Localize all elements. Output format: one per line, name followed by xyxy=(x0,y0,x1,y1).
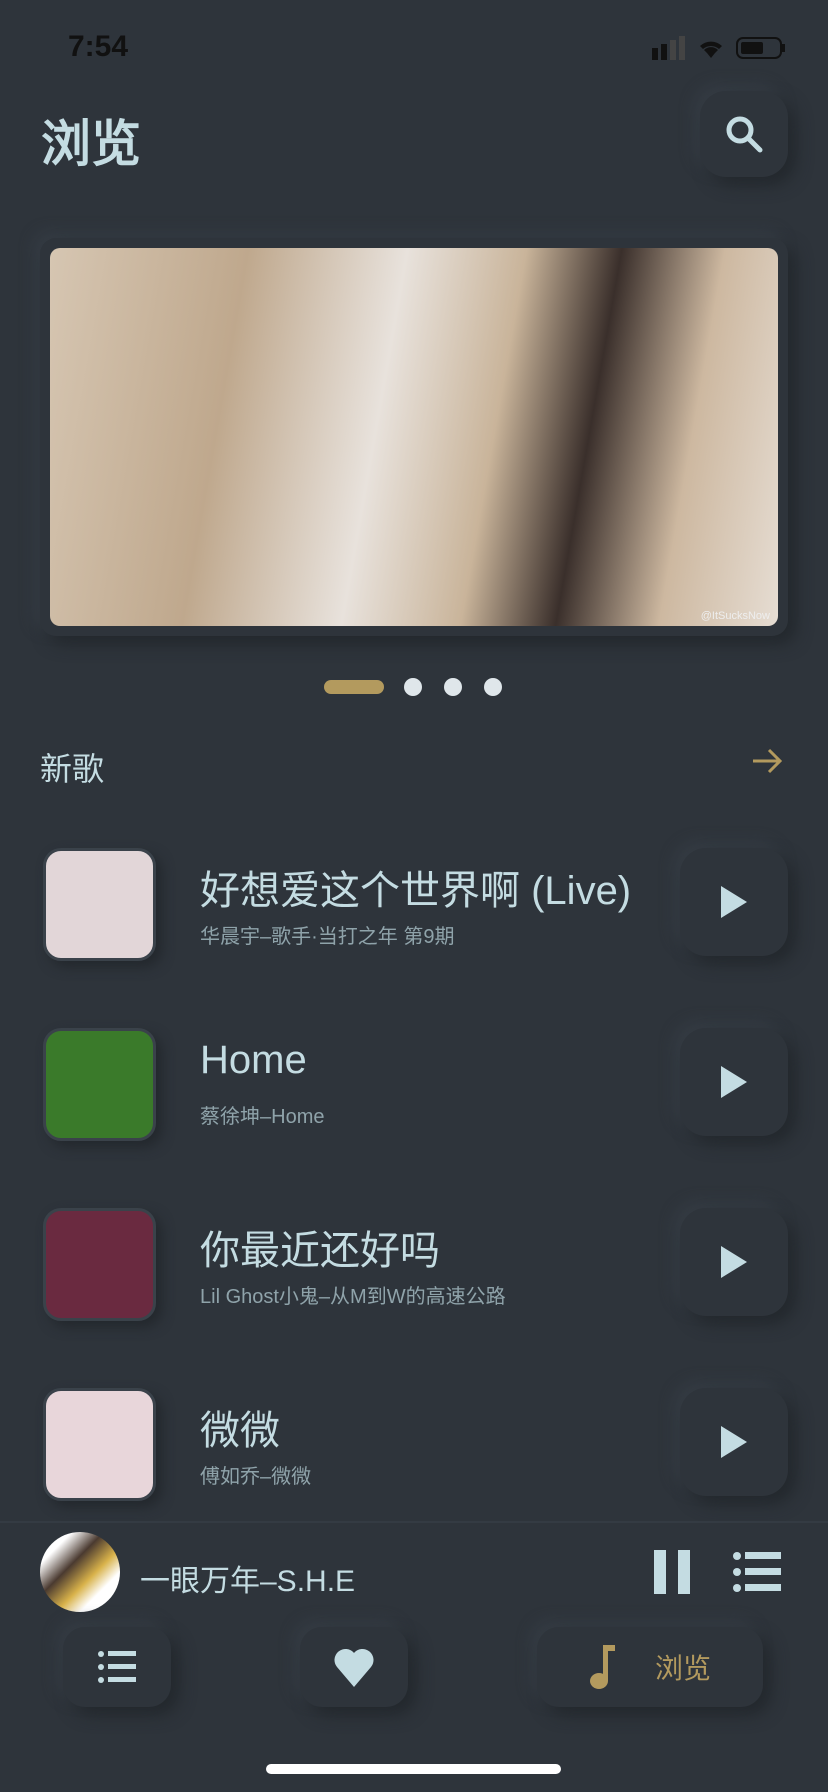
nav-browse-label: 浏览 xyxy=(654,1653,711,1684)
song-row[interactable]: 你最近还好吗 Lil Ghost小鬼–从M到W的高速公路 xyxy=(0,1200,828,1330)
play-button[interactable] xyxy=(680,1208,788,1316)
play-icon xyxy=(721,1426,747,1458)
search-button[interactable] xyxy=(700,91,788,177)
play-button[interactable] xyxy=(680,1028,788,1136)
play-icon xyxy=(721,1066,747,1098)
play-icon xyxy=(721,886,747,918)
song-title[interactable]: 好想爱这个世界啊 (Live) xyxy=(200,858,631,916)
battery-icon xyxy=(736,37,785,59)
song-subtitle: 蔡徐坤–Home xyxy=(200,1106,325,1128)
song-cover[interactable] xyxy=(43,1028,156,1141)
heart-icon xyxy=(334,1648,374,1687)
song-row[interactable]: Home 蔡徐坤–Home xyxy=(0,1020,828,1150)
carousel-dot-active[interactable] xyxy=(324,680,384,694)
song-title[interactable]: Home xyxy=(200,1038,307,1083)
watermark: @ItSucksNow xyxy=(700,610,770,622)
play-button[interactable] xyxy=(680,1388,788,1496)
song-title[interactable]: 你最近还好吗 xyxy=(200,1218,440,1276)
now-playing-title[interactable]: 一眼万年–S.H.E xyxy=(140,1556,355,1600)
search-icon xyxy=(726,116,763,153)
banner-image[interactable]: @ItSucksNow xyxy=(50,248,778,626)
carousel-dot[interactable] xyxy=(444,678,462,696)
signal-icon xyxy=(652,36,685,60)
song-subtitle: 华晨宇–歌手·当打之年 第9期 xyxy=(200,926,455,948)
home-indicator[interactable] xyxy=(266,1764,561,1774)
song-cover[interactable] xyxy=(43,1388,156,1501)
wifi-icon xyxy=(700,41,722,58)
song-row[interactable]: 微微 傅如乔–微微 xyxy=(0,1380,828,1510)
pause-icon[interactable] xyxy=(654,1550,692,1594)
song-row[interactable]: 好想爱这个世界啊 (Live) 华晨宇–歌手·当打之年 第9期 xyxy=(0,840,828,970)
carousel-dot[interactable] xyxy=(404,678,422,696)
music-note-icon xyxy=(589,1645,615,1689)
section-title: 新歌 xyxy=(40,751,105,787)
song-title[interactable]: 微微 xyxy=(200,1398,280,1456)
carousel-dot[interactable] xyxy=(484,678,502,696)
song-subtitle: Lil Ghost小鬼–从M到W的高速公路 xyxy=(200,1286,506,1308)
status-icons xyxy=(652,36,786,60)
song-cover[interactable] xyxy=(43,848,156,961)
nav-favorites-button[interactable] xyxy=(300,1627,408,1707)
playlist-icon[interactable] xyxy=(733,1552,781,1592)
play-button[interactable] xyxy=(680,848,788,956)
arrow-right-icon[interactable] xyxy=(750,744,784,778)
now-playing-cover[interactable] xyxy=(40,1532,120,1612)
song-subtitle: 傅如乔–微微 xyxy=(200,1466,312,1488)
divider xyxy=(0,1521,828,1523)
page-title: 浏览 xyxy=(41,116,141,172)
status-time: 7:54 xyxy=(68,30,129,63)
song-cover[interactable] xyxy=(43,1208,156,1321)
banner-carousel[interactable]: @ItSucksNow xyxy=(40,238,788,636)
nav-library-button[interactable] xyxy=(63,1627,171,1707)
nav-browse-button[interactable]: 浏览 xyxy=(537,1627,763,1707)
play-icon xyxy=(721,1246,747,1278)
list-icon xyxy=(98,1651,136,1683)
